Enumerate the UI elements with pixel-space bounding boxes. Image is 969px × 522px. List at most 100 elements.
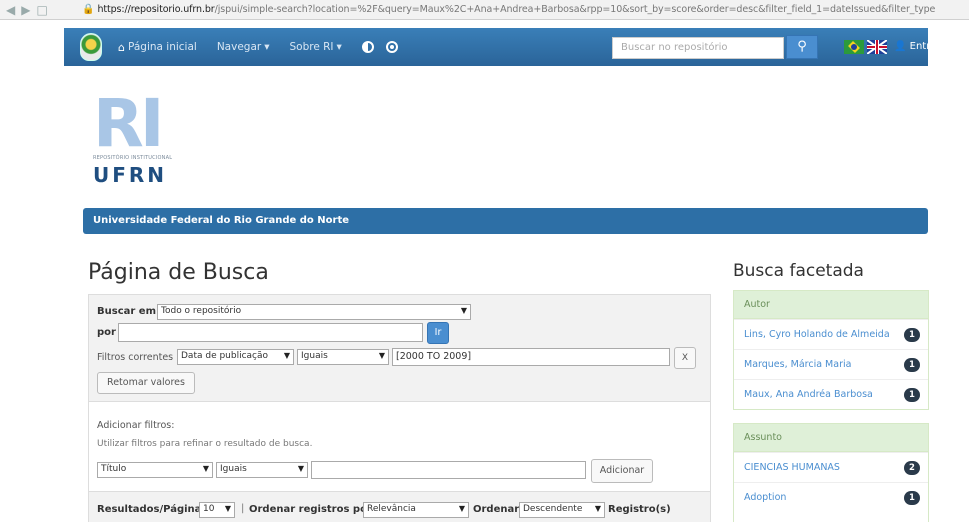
add-filter-op-select[interactable]: Iguais ▼ (216, 462, 308, 478)
ri-logo-letters: RI (93, 94, 164, 154)
add-filter-field-select[interactable]: Título ▼ (97, 462, 213, 478)
brazil-flag-icon[interactable] (844, 40, 864, 54)
search-panel: Buscar em: Todo o repositório ▼ por Ir Fi… (88, 294, 711, 402)
filter-op-select[interactable]: Iguais ▼ (297, 349, 389, 365)
forward-icon[interactable]: ▶ (21, 3, 30, 17)
repository-search-input[interactable]: Buscar no repositório (612, 37, 784, 59)
records-label: Registro(s) (608, 504, 671, 515)
search-in-label: Buscar em: (97, 306, 160, 317)
select-arrow-icon: ▼ (297, 464, 304, 473)
nav-home-label: Página inicial (127, 41, 197, 53)
facet-item[interactable]: CIENCIAS HUMANAS 2 (734, 452, 928, 482)
facet-item[interactable]: Lins, Cyro Holando de Almeida 1 (734, 319, 928, 349)
remove-filter-button[interactable]: X (674, 347, 696, 369)
url-field[interactable]: https://repositorio.ufrn.br/jspui/simple… (97, 4, 935, 15)
top-navbar: ⌂ Página inicial Navegar ▾ Sobre RI ▾ Busca… (64, 28, 968, 66)
filter-field-value: Data de publicação (181, 351, 269, 361)
facet-author-heading: Autor (734, 291, 928, 319)
caret-down-icon: ▾ (336, 41, 342, 53)
select-arrow-icon: ▼ (224, 504, 231, 513)
filter-value-input[interactable]: [2000 TO 2009] (392, 348, 670, 366)
ri-logo-ufrn: UFRN (93, 163, 168, 187)
sort-by-select[interactable]: Relevância ▼ (363, 502, 469, 518)
add-filter-button[interactable]: Adicionar (591, 459, 653, 483)
ri-logo-subtitle: REPOSITÓRIO INSTITUCIONAL (93, 155, 173, 161)
font-size-icon[interactable] (385, 41, 398, 53)
browser-nav-buttons: ◀ ▶ □ (0, 3, 82, 17)
scope-value: Todo o repositório (161, 306, 242, 316)
login-label: Entrar em (909, 41, 960, 52)
current-filters-label: Filtros correntes (97, 352, 174, 363)
add-filters-hint: Utilizar filtros para refinar o resultad… (97, 439, 313, 449)
ri-ufrn-logo[interactable]: RI REPOSITÓRIO INSTITUCIONAL UFRN (93, 94, 173, 187)
results-options-bar: Resultados/Página 10 ▼ | Ordenar registro… (88, 492, 711, 522)
go-button[interactable]: Ir (427, 322, 449, 344)
filter-op-value: Iguais (301, 351, 328, 361)
nav-browse-label: Navegar (216, 41, 262, 53)
university-banner: Universidade Federal do Rio Grande do No… (83, 208, 928, 234)
browser-address-bar: ◀ ▶ □ 🔒 https://repositorio.ufrn.br/jspu… (0, 0, 969, 20)
back-icon[interactable]: ◀ (6, 3, 15, 17)
select-arrow-icon: ▼ (202, 464, 209, 473)
facet-title: Busca facetada (733, 261, 864, 281)
order-label: Ordenar (473, 504, 520, 515)
add-filters-panel: Adicionar filtros: Utilizar filtros para… (88, 402, 711, 492)
per-page-value: 10 (203, 504, 215, 514)
per-page-select[interactable]: 10 ▼ (199, 502, 235, 518)
facet-item-label: Lins, Cyro Holando de Almeida (744, 329, 890, 340)
nav-about-label: Sobre RI (289, 41, 334, 53)
sort-label: Ordenar registros por (249, 504, 372, 515)
caret-down-icon: ▾ (264, 41, 270, 53)
order-select[interactable]: Descendente ▼ (519, 502, 605, 518)
count-badge: 1 (904, 357, 920, 372)
facet-item-label: Adoption (744, 492, 787, 503)
home-icon: ⌂ (118, 40, 125, 54)
url-path: /jspui/simple-search?location=%2F&query=… (214, 4, 936, 15)
add-filters-title: Adicionar filtros: (97, 420, 175, 431)
facet-item-label: CIENCIAS HUMANAS (744, 462, 840, 473)
select-arrow-icon: ▼ (378, 351, 385, 360)
for-label: por (97, 327, 116, 338)
select-arrow-icon: ▼ (458, 504, 465, 513)
order-value: Descendente (523, 504, 583, 514)
count-badge: 1 (904, 327, 920, 342)
login-dropdown[interactable]: 👤 Entrar em ▾ (894, 41, 968, 52)
query-input[interactable] (118, 323, 423, 342)
count-badge: 1 (904, 387, 920, 402)
separator: | (241, 503, 245, 514)
facet-item-label: Maux, Ana Andréa Barbosa (744, 389, 873, 400)
nav-about[interactable]: Sobre RI ▾ (290, 41, 342, 53)
add-filter-op-value: Iguais (220, 464, 247, 474)
user-icon: 👤 (894, 41, 907, 52)
url-host: https://repositorio.ufrn.br (97, 4, 215, 15)
count-badge: 2 (904, 460, 920, 475)
count-badge: 1 (904, 490, 920, 505)
page-icon: □ (36, 2, 48, 17)
facet-item[interactable]: Maux, Ana Andréa Barbosa 1 (734, 379, 928, 409)
select-arrow-icon: ▼ (594, 504, 601, 513)
add-filter-value-input[interactable] (311, 461, 586, 479)
facet-subject: Assunto CIENCIAS HUMANAS 2 Adoption 1 (733, 423, 929, 522)
select-arrow-icon: ▼ (460, 306, 467, 315)
uk-flag-icon[interactable] (867, 40, 887, 54)
facet-item[interactable]: Adoption 1 (734, 482, 928, 512)
per-page-label: Resultados/Página (97, 504, 202, 515)
ufrn-emblem-logo[interactable] (80, 33, 102, 61)
nav-home[interactable]: ⌂ Página inicial (118, 41, 197, 54)
sort-by-value: Relevância (367, 504, 416, 514)
search-icon: ⚲ (797, 39, 807, 54)
facet-subject-heading: Assunto (734, 424, 928, 452)
facet-item[interactable]: Marques, Márcia Maria 1 (734, 349, 928, 379)
facet-item-label: Marques, Márcia Maria (744, 359, 852, 370)
facet-author: Autor Lins, Cyro Holando de Almeida 1 Mar… (733, 290, 929, 410)
reset-values-button[interactable]: Retomar valores (97, 372, 195, 394)
select-arrow-icon: ▼ (283, 351, 290, 360)
nav-browse[interactable]: Navegar ▾ (217, 41, 270, 53)
search-button[interactable]: ⚲ (786, 35, 818, 59)
add-filter-field-value: Título (101, 464, 127, 474)
scope-select[interactable]: Todo o repositório ▼ (157, 304, 471, 320)
contrast-icon[interactable] (361, 41, 374, 53)
page-title: Página de Busca (88, 260, 269, 285)
caret-down-icon: ▾ (962, 41, 968, 52)
filter-field-select[interactable]: Data de publicação ▼ (177, 349, 294, 365)
